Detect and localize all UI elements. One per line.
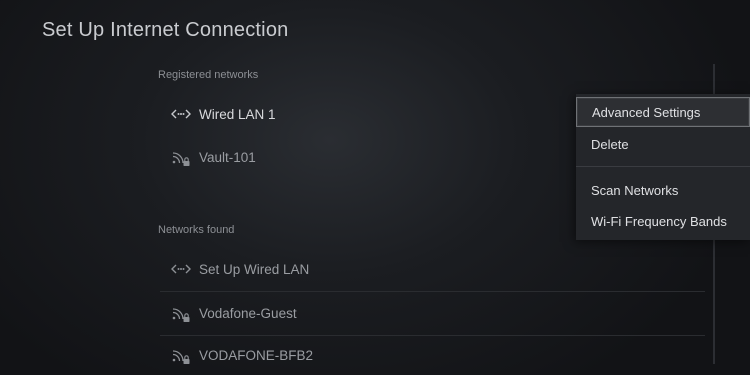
- wifi-locked-icon: [170, 344, 192, 366]
- network-name: Set Up Wired LAN: [199, 261, 310, 277]
- registered-networks-label: Registered networks: [158, 69, 259, 81]
- network-name: Vodafone-Guest: [199, 305, 297, 321]
- menu-item-delete[interactable]: Delete: [576, 129, 750, 159]
- network-name: Wired LAN 1: [199, 106, 276, 122]
- row-divider: [160, 291, 705, 292]
- wifi-locked-icon: [170, 146, 192, 168]
- menu-item-advanced-settings[interactable]: Advanced Settings: [576, 97, 750, 127]
- wifi-locked-icon: [170, 302, 192, 324]
- wired-lan-icon: [170, 258, 192, 280]
- page-title: Set Up Internet Connection: [42, 19, 289, 41]
- wired-lan-icon: [170, 103, 192, 125]
- network-row-set-up-wired-lan[interactable]: Set Up Wired LAN: [160, 249, 705, 289]
- network-name: Vault-101: [199, 149, 256, 165]
- networks-found-label: Networks found: [158, 224, 235, 236]
- network-row-vodafone-guest[interactable]: Vodafone-Guest: [160, 293, 705, 333]
- network-name: VODAFONE-BFB2: [199, 347, 314, 363]
- network-row-vodafone-bfb2[interactable]: VODAFONE-BFB2: [160, 335, 705, 375]
- menu-separator: [576, 166, 750, 167]
- menu-item-wifi-frequency-bands[interactable]: Wi-Fi Frequency Bands: [576, 206, 750, 236]
- menu-item-scan-networks[interactable]: Scan Networks: [576, 175, 750, 205]
- options-menu: Advanced Settings Delete Scan Networks W…: [576, 94, 750, 240]
